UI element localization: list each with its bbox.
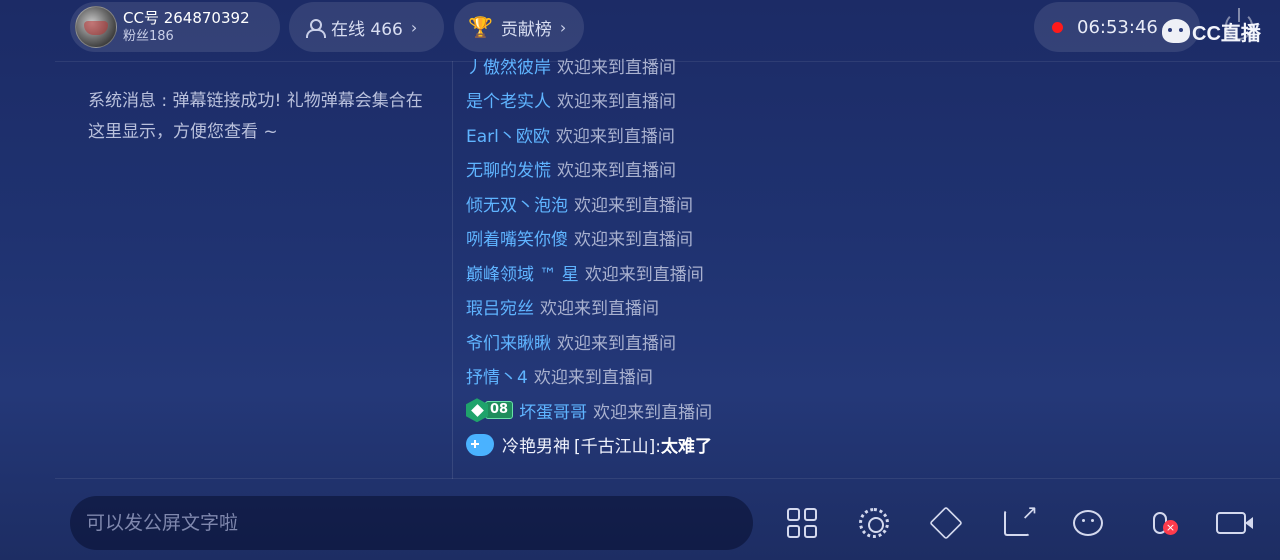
user-icon [305,18,326,38]
anchor-info: CC号 264870392 粉丝186 [123,8,250,46]
welcome-text: 欢迎来到直播间 [557,161,676,182]
power-icon[interactable] [1225,8,1253,40]
welcome-text: 欢迎来到直播间 [557,333,676,354]
badge-level: 08 [485,401,514,420]
system-message: 系统消息 : 弹幕链接成功! 礼物弹幕会集合在这里显示，方便您查看 ~ [88,91,423,142]
chat-username[interactable]: 爷们来瞅瞅 [466,329,551,354]
message-text: 太难了 [661,437,712,458]
apps-button[interactable] [785,506,819,540]
record-time: 06:53:46 [1077,16,1158,38]
chat-row: 无聊的发慌 欢迎来到直播间 [466,152,1166,187]
divider [55,478,1280,479]
settings-icon [859,508,889,538]
chat-username[interactable]: Earl丶欧欧 [466,122,550,147]
welcome-text: 欢迎来到直播间 [557,92,676,113]
chat-username[interactable]: 巅峰领域 ™ 星 [466,260,579,285]
chat-username[interactable]: 丿傲然彼岸 [466,53,551,78]
emoji-add-icon [1073,510,1103,536]
chat-row: 咧着嘴笑你傻 欢迎来到直播间 [466,221,1166,256]
record-dot-icon [1052,21,1063,33]
chat-username[interactable]: 抒情丶4 [466,363,528,388]
contribution-label: 贡献榜 [500,19,552,40]
fans-count: 粉丝186 [123,29,174,44]
welcome-text: 欢迎来到直播间 [574,230,693,251]
chat-username[interactable]: 是个老实人 [466,87,551,112]
welcome-text: 欢迎来到直播间 [574,195,693,216]
chat-username[interactable]: 瑕吕宛丝 [466,294,534,319]
cc-mascot-icon [1162,19,1190,43]
settings-button[interactable] [857,506,891,540]
chat-username[interactable]: 坏蛋哥哥 [519,398,587,423]
chat-row: 08 坏蛋哥哥 欢迎来到直播间 [466,393,1166,428]
chat-row: 瑕吕宛丝 欢迎来到直播间 [466,290,1166,325]
online-count-button[interactable]: 在线 466 › [289,2,444,52]
welcome-text: 欢迎来到直播间 [555,126,675,147]
anchor-id: CC号 264870392 [123,9,250,27]
welcome-text: 欢迎来到直播间 [593,402,713,423]
chat-message-row: 冷艳男神 [千古江山]: 太难了 [466,428,1166,463]
chat-row: 抒情丶4 欢迎来到直播间 [466,359,1166,394]
gift-box-button[interactable] [929,506,963,540]
camera-button[interactable] [1214,506,1253,540]
anchor-avatar[interactable] [75,6,117,48]
chat-row: 丿傲然彼岸 欢迎来到直播间 [466,52,1166,83]
gift-box-icon [929,506,963,540]
message-username[interactable]: 冷艳男神 [502,432,570,457]
chevron-right-icon: › [559,17,567,37]
anchor-info-pill[interactable]: CC号 264870392 粉丝186 [70,2,280,52]
share-icon [1004,500,1038,536]
message-tag: [千古江山]: [574,437,661,458]
gamepad-icon [466,433,494,456]
emoji-add-button[interactable] [1071,506,1105,540]
chat-username[interactable]: 咧着嘴笑你傻 [466,225,568,250]
apps-icon [787,508,817,538]
welcome-text: 欢迎来到直播间 [533,368,653,389]
welcome-text: 欢迎来到直播间 [557,57,676,78]
chat-row: 倾无双丶泡泡 欢迎来到直播间 [466,186,1166,221]
chat-username[interactable]: 倾无双丶泡泡 [466,191,568,216]
contribution-rank-button[interactable]: 🏆 贡献榜 › [454,2,584,52]
online-count: 在线 466 [331,19,403,40]
chevron-right-icon: › [410,17,418,37]
chat-row: 巅峰领域 ™ 星 欢迎来到直播间 [466,255,1166,290]
divider [452,61,453,479]
welcome-text: 欢迎来到直播间 [540,299,659,320]
chat-row: 是个老实人 欢迎来到直播间 [466,83,1166,118]
chat-input[interactable]: 可以发公屏文字啦 [70,496,753,550]
chat-row: Earl丶欧欧 欢迎来到直播间 [466,117,1166,152]
share-button[interactable] [1000,500,1038,540]
chat-list[interactable]: 丿傲然彼岸 欢迎来到直播间 是个老实人 欢迎来到直播间 Earl丶欧欧 欢迎来到… [466,52,1166,476]
mic-muted-badge: × [1163,520,1178,535]
welcome-text: 欢迎来到直播间 [584,264,704,285]
level-badge: 08 [466,398,514,423]
chat-row: 爷们来瞅瞅 欢迎来到直播间 [466,324,1166,359]
camera-icon [1216,512,1253,534]
chat-username[interactable]: 无聊的发慌 [466,156,551,181]
trophy-icon: 🏆 [468,15,493,39]
